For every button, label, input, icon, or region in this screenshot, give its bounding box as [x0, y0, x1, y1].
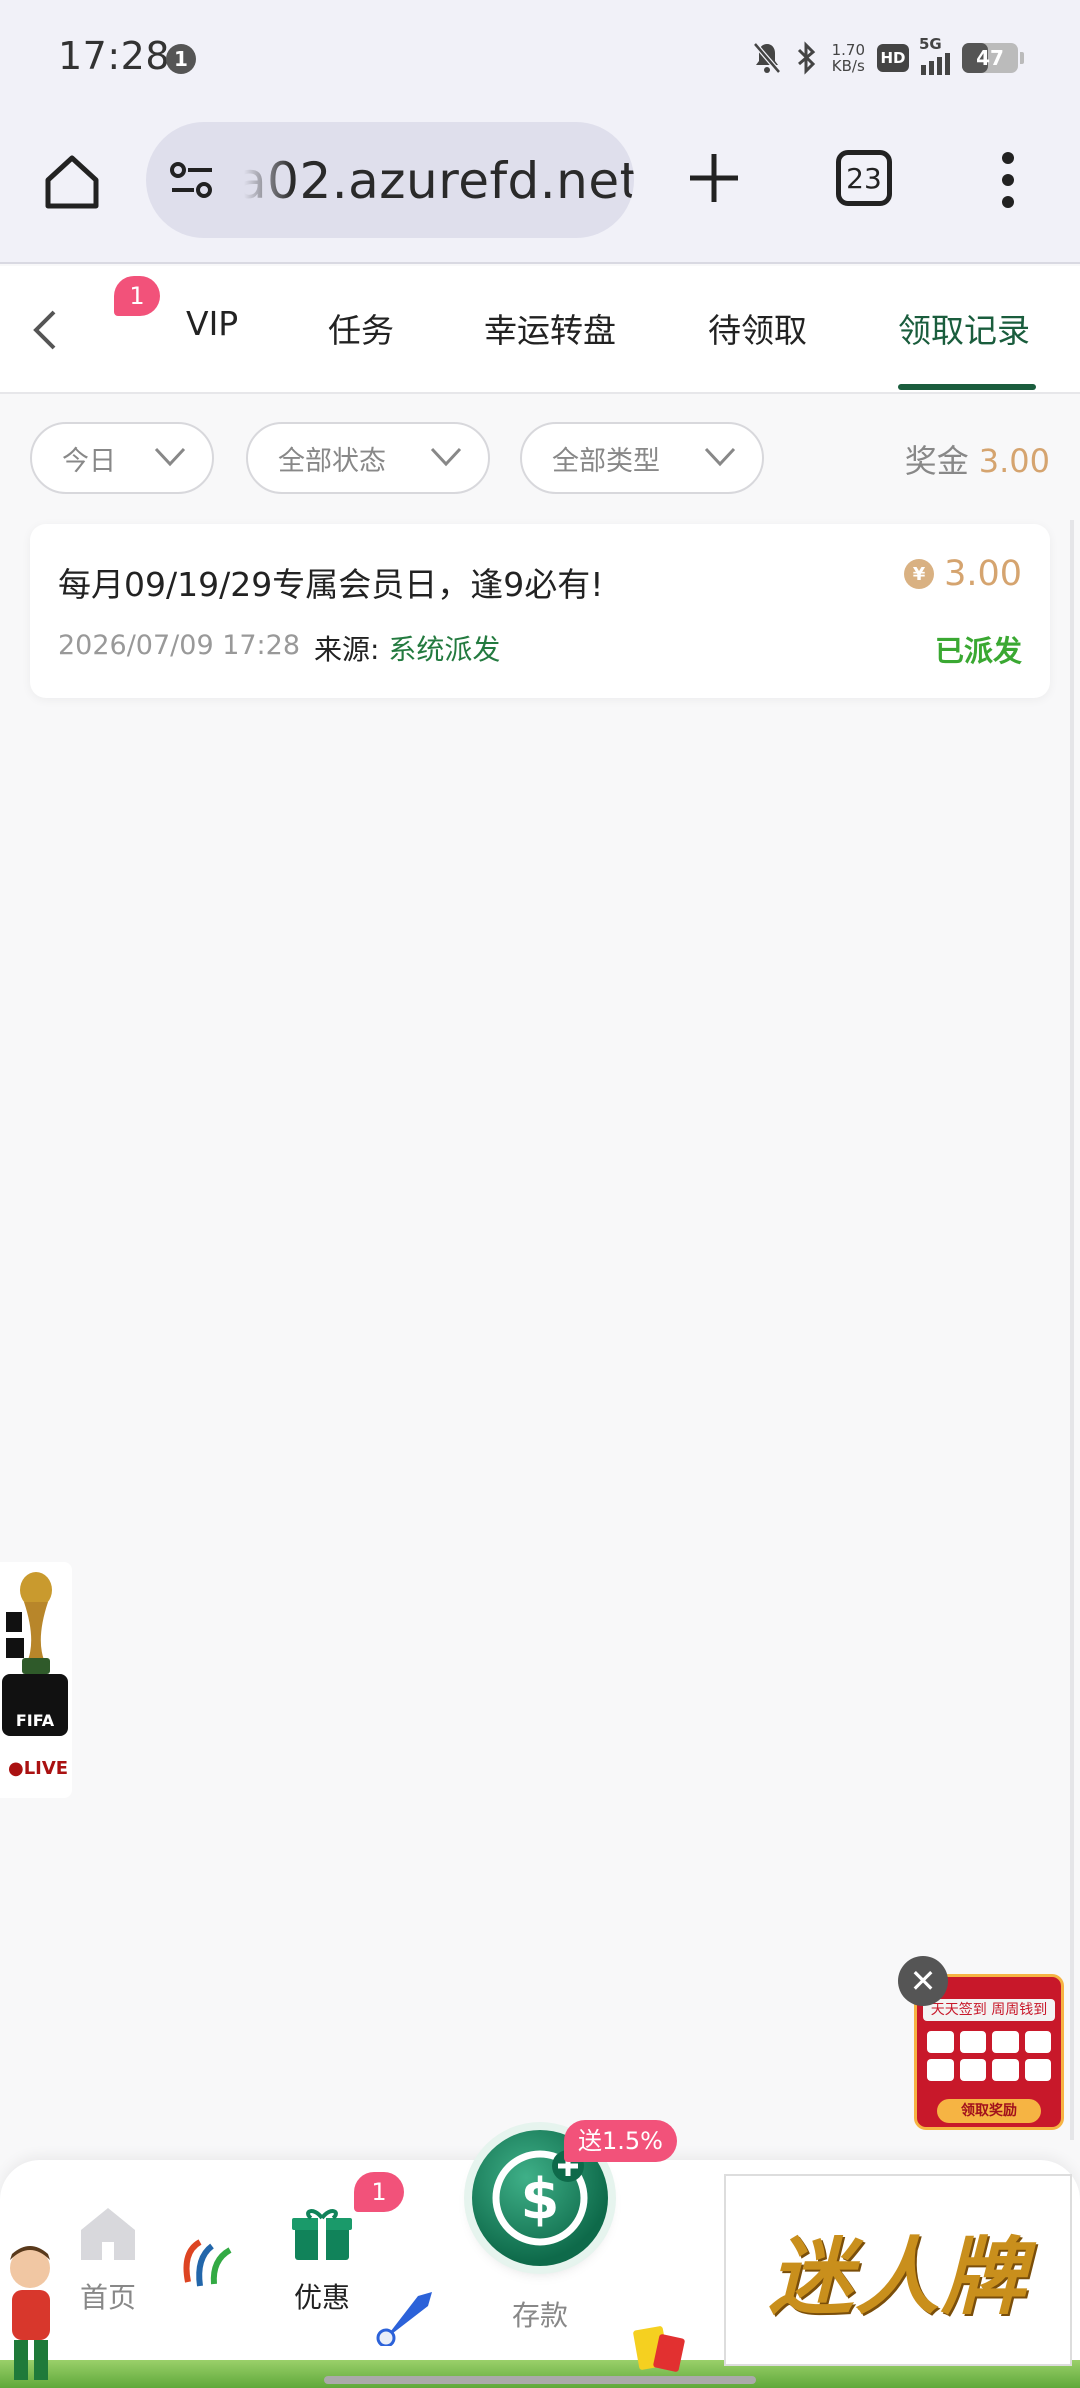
more-menu-icon[interactable]: [996, 150, 1020, 210]
battery-level: 47: [976, 46, 1004, 70]
status-time: 17:28: [58, 34, 171, 78]
scrollbar[interactable]: [1070, 520, 1074, 2140]
status-filter-dropdown[interactable]: 全部状态: [246, 422, 490, 494]
status-bar: 17:28 1 1.70 KB/s HD 5G 47: [0, 0, 1080, 112]
bottom-nav-deposit-label[interactable]: 存款: [480, 2294, 600, 2334]
network-speed-unit: KB/s: [831, 57, 865, 75]
record-source-label: 来源:: [314, 633, 380, 666]
horn-icon: [376, 2292, 432, 2346]
world-cup-trophy-icon: [6, 1572, 52, 1674]
yuan-coin-icon: ¥: [904, 559, 935, 589]
bottom-nav-promo-label: 优惠: [293, 2281, 350, 2314]
yellow-card-icon: [633, 2326, 685, 2372]
notification-count-icon: 1: [166, 44, 196, 74]
gesture-home-indicator[interactable]: [324, 2376, 756, 2384]
browser-toolbar: a02.azurefd.net 23: [0, 112, 1080, 264]
battery-tip: [1020, 52, 1024, 64]
date-filter-label: 今日: [62, 445, 116, 477]
bonus-total-amount: 3.00: [978, 442, 1050, 480]
chevron-down-icon: [704, 447, 736, 467]
close-icon[interactable]: ✕: [898, 1956, 948, 2006]
mute-bell-icon: [752, 41, 782, 75]
active-tab-indicator: [898, 384, 1036, 390]
mascot-player-icon: [10, 2246, 50, 2380]
lucky-wheel-icon: [183, 2239, 232, 2287]
nav-notification-badge: 1: [114, 276, 160, 316]
battery-icon: 47: [962, 43, 1018, 73]
home-icon[interactable]: [40, 150, 104, 214]
back-chevron-icon[interactable]: [30, 308, 60, 352]
record-amount-value: 3.00: [944, 554, 1022, 594]
tab-tasks[interactable]: 任务: [328, 304, 394, 352]
url-fade: [232, 122, 292, 238]
promo-tab-bar: 1 VIP 任务 幸运转盘 待领取 领取记录: [0, 266, 1080, 394]
svg-text:$: $: [521, 2167, 560, 2232]
record-amount: ¥ 3.00: [904, 554, 1022, 594]
fifa-badge: FIFA: [2, 1674, 68, 1736]
tab-switcher-icon[interactable]: 23: [836, 150, 892, 206]
url-text: a02.azurefd.net: [236, 152, 634, 210]
claim-record-card: 每月09/19/29专属会员日，逢9必有! ¥ 3.00 2026/07/09 …: [30, 524, 1050, 698]
record-source: 来源: 系统派发: [314, 628, 500, 668]
deposit-bonus-tag: 送1.5%: [564, 2120, 677, 2162]
chevron-down-icon: [154, 447, 186, 467]
live-indicator: ●LIVE: [8, 1758, 69, 1779]
record-time: 2026/07/09 17:28: [58, 630, 301, 661]
claim-reward-button[interactable]: 领取奖励: [937, 2099, 1041, 2123]
record-title: 每月09/19/29专属会员日，逢9必有!: [58, 565, 604, 604]
brand-logo-text: 迷人牌: [768, 2226, 1027, 2326]
site-settings-icon[interactable]: [168, 160, 216, 200]
record-source-value: 系统派发: [388, 633, 501, 666]
signin-day-grid: [927, 2031, 1051, 2081]
bonus-label: 奖金: [904, 442, 969, 480]
promo-badge: 1: [354, 2172, 404, 2212]
address-bar[interactable]: a02.azurefd.net: [146, 122, 634, 238]
new-tab-plus-icon[interactable]: [686, 150, 742, 206]
type-filter-label: 全部类型: [552, 445, 660, 477]
fifa-live-widget[interactable]: FIFA ●LIVE: [0, 1562, 72, 1798]
status-icons: 1.70 KB/s HD 5G 47: [752, 35, 1024, 80]
bluetooth-icon: [794, 40, 820, 76]
date-filter-dropdown[interactable]: 今日: [30, 422, 214, 494]
tab-claim-history[interactable]: 领取记录: [898, 304, 1030, 352]
bottom-nav-promo[interactable]: 优惠: [262, 2204, 382, 2316]
network-type-label: 5G: [919, 35, 942, 53]
record-status: 已派发: [934, 634, 1022, 668]
bonus-total: 奖金 3.00: [905, 436, 1050, 482]
tab-pending[interactable]: 待领取: [708, 304, 807, 352]
tab-vip[interactable]: VIP: [186, 304, 238, 343]
gift-icon: [292, 2209, 352, 2260]
tab-lucky-wheel[interactable]: 幸运转盘: [484, 304, 616, 352]
chevron-down-icon: [430, 447, 462, 467]
signin-title: 天天签到 周周钱到: [923, 1999, 1055, 2021]
type-filter-dropdown[interactable]: 全部类型: [520, 422, 764, 494]
daily-signin-widget[interactable]: ✕ 天天签到 周周钱到 领取奖励: [898, 1956, 1070, 2132]
hd-icon: HD: [877, 44, 909, 72]
network-speed: 1.70 KB/s: [832, 42, 865, 74]
cell-signal-icon: 5G: [919, 35, 950, 75]
network-speed-value: 1.70: [831, 41, 865, 59]
bottom-nav-home[interactable]: 首页: [48, 2204, 168, 2316]
bottom-nav-home-label: 首页: [79, 2281, 136, 2314]
home-icon: [81, 2208, 135, 2260]
brand-logo[interactable]: 迷人牌: [724, 2174, 1072, 2366]
status-filter-label: 全部状态: [278, 445, 386, 477]
